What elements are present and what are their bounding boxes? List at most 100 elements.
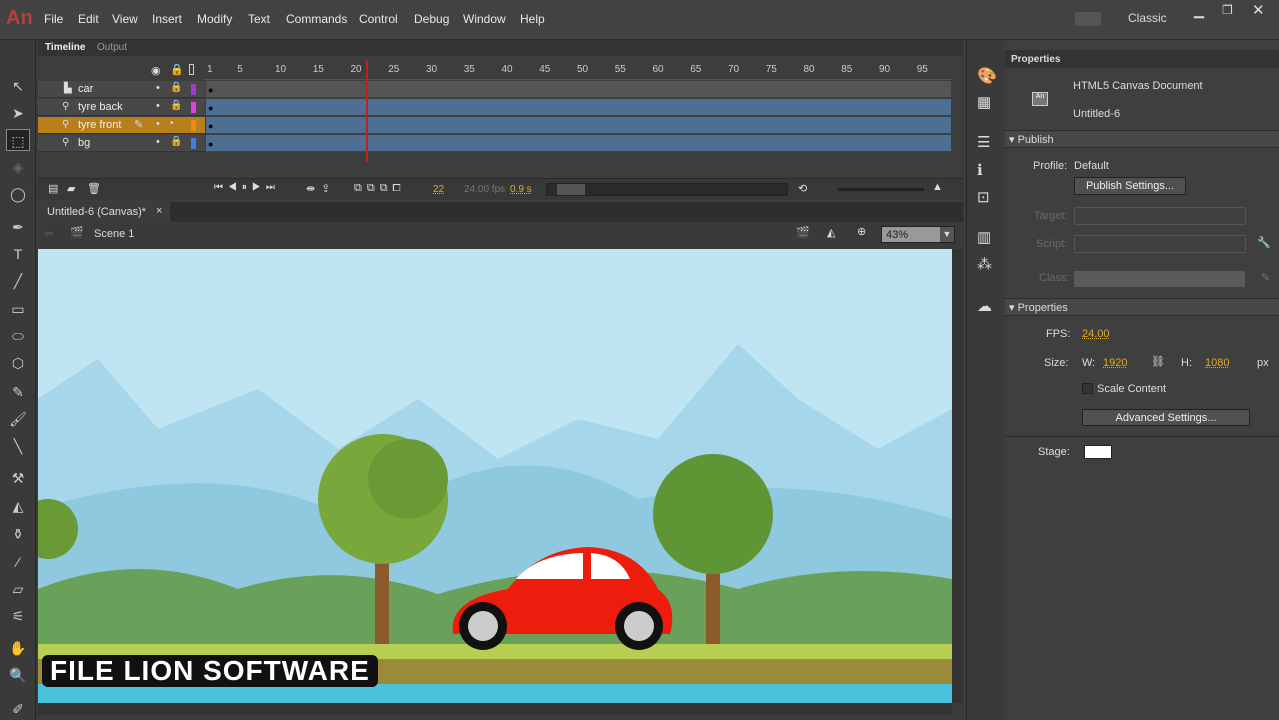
- swatches-icon[interactable]: ▦: [977, 93, 991, 111]
- keyframe-icon[interactable]: ●: [208, 85, 213, 95]
- keyframe-icon[interactable]: ●: [208, 139, 213, 149]
- menu-edit[interactable]: Edit: [78, 12, 99, 26]
- edit-symbols-icon[interactable]: ◭: [827, 226, 835, 239]
- loop-icon[interactable]: ⟲: [798, 182, 807, 195]
- layer-frames[interactable]: ●: [206, 135, 951, 152]
- layer-frames[interactable]: ●: [206, 117, 951, 134]
- edit-multiple-frames-icons[interactable]: ⧉⧉⧉⧠: [354, 182, 406, 195]
- class-input[interactable]: [1074, 271, 1245, 287]
- width-tool-icon[interactable]: ⚟: [6, 605, 30, 627]
- menu-commands[interactable]: Commands: [286, 12, 347, 26]
- zoom-tool-icon[interactable]: 🔍: [6, 664, 30, 686]
- layer-color-swatch[interactable]: [191, 138, 196, 149]
- rectangle-tool-icon[interactable]: ▭: [6, 298, 30, 320]
- layer-row[interactable]: ⚲ bg • 🔒: [38, 135, 205, 152]
- lock-dot[interactable]: •: [170, 118, 174, 129]
- visibility-dot[interactable]: •: [156, 100, 160, 112]
- brush-tool-icon[interactable]: ╲: [6, 435, 30, 457]
- workspace-switcher[interactable]: Classic: [1128, 11, 1167, 25]
- zoom-in-icon[interactable]: ▲: [932, 181, 943, 193]
- visibility-dot[interactable]: •: [156, 136, 160, 148]
- subselection-tool-icon[interactable]: ➤: [6, 102, 30, 124]
- layer-name[interactable]: tyre front: [78, 119, 121, 131]
- menu-insert[interactable]: Insert: [152, 12, 182, 26]
- elapsed-time[interactable]: 0.9 s: [510, 184, 532, 195]
- back-arrow-icon[interactable]: ⇦: [44, 227, 53, 240]
- close-tab-icon[interactable]: ×: [156, 205, 162, 217]
- selection-tool-icon[interactable]: ↖: [6, 75, 30, 97]
- menu-help[interactable]: Help: [520, 12, 545, 26]
- width-value[interactable]: 1920: [1103, 357, 1127, 369]
- layer-frames[interactable]: ●: [206, 81, 951, 98]
- align-icon[interactable]: ☰: [977, 133, 990, 151]
- frame-rate[interactable]: 24.00 fps: [464, 184, 505, 195]
- visibility-dot[interactable]: •: [156, 82, 160, 94]
- eyedropper-icon[interactable]: ⁄: [6, 551, 30, 573]
- fps-value[interactable]: 24.00: [1082, 328, 1110, 340]
- layer-frames[interactable]: ●: [206, 99, 951, 116]
- keyframe-icon[interactable]: ●: [208, 121, 213, 131]
- layer-row[interactable]: ▙ car • 🔒: [38, 81, 205, 98]
- tab-properties[interactable]: Properties: [1011, 54, 1060, 65]
- current-frame[interactable]: 22: [433, 184, 444, 195]
- layer-row[interactable]: ⚲ tyre front ✎ • •: [38, 117, 205, 134]
- tab-timeline[interactable]: Timeline: [45, 42, 85, 56]
- height-value[interactable]: 1080: [1205, 357, 1229, 369]
- new-layer-icon[interactable]: ▤: [48, 182, 58, 195]
- paint-bucket-icon[interactable]: ◭: [6, 495, 30, 517]
- sync-icon[interactable]: [1075, 12, 1101, 26]
- onion-skin-icons[interactable]: ⇼⇪: [306, 182, 336, 195]
- eraser-icon[interactable]: ▱: [6, 578, 30, 600]
- layer-color-swatch[interactable]: [191, 84, 196, 95]
- components-icon[interactable]: ⁂: [977, 255, 992, 273]
- hand-tool-icon[interactable]: ✋: [6, 637, 30, 659]
- keyframe-icon[interactable]: ●: [208, 103, 213, 113]
- paint-brush-icon[interactable]: 🖌: [6, 408, 30, 430]
- frame-size-slider[interactable]: [838, 188, 924, 191]
- menu-debug[interactable]: Debug: [414, 12, 449, 26]
- stage-horizontal-scrollbar[interactable]: [38, 703, 952, 715]
- lasso-tool-icon[interactable]: ◯: [6, 183, 30, 205]
- oval-tool-icon[interactable]: ⬭: [6, 325, 30, 347]
- publish-settings-button[interactable]: Publish Settings...: [1074, 177, 1186, 195]
- edit-scene-icon[interactable]: 🎬: [796, 226, 810, 239]
- minimize-icon[interactable]: ▁: [1194, 3, 1204, 19]
- wrench-icon[interactable]: 🔧: [1257, 236, 1271, 249]
- library-icon[interactable]: ▥: [977, 228, 991, 246]
- publish-section-header[interactable]: ▾ Publish: [1005, 130, 1279, 148]
- lock-icon[interactable]: 🔒: [170, 82, 182, 93]
- info-icon[interactable]: ℹ: [977, 161, 983, 179]
- restore-icon[interactable]: ❐: [1222, 3, 1233, 17]
- polystar-tool-icon[interactable]: ⬡: [6, 352, 30, 374]
- menu-text[interactable]: Text: [248, 12, 270, 26]
- menu-modify[interactable]: Modify: [197, 12, 232, 26]
- playback-controls[interactable]: ⏮◀⏸▶⏭: [214, 182, 280, 193]
- document-tab[interactable]: Untitled-6 (Canvas)*: [47, 206, 146, 218]
- advanced-settings-button[interactable]: Advanced Settings...: [1082, 409, 1250, 426]
- line-tool-icon[interactable]: ╱: [6, 270, 30, 292]
- target-select[interactable]: [1074, 207, 1246, 225]
- creative-cloud-icon[interactable]: ☁: [977, 297, 992, 315]
- layer-color-swatch[interactable]: [191, 120, 196, 131]
- menu-view[interactable]: View: [112, 12, 138, 26]
- visibility-dot[interactable]: •: [156, 118, 160, 130]
- layer-row[interactable]: ⚲ tyre back • 🔒: [38, 99, 205, 116]
- 3d-rotation-tool-icon[interactable]: ◈: [6, 156, 30, 178]
- tab-output[interactable]: Output: [97, 42, 127, 56]
- zoom-select[interactable]: 43% ▼: [881, 226, 955, 243]
- lock-icon[interactable]: 🔒: [170, 63, 184, 76]
- timeline-scrollbar[interactable]: [546, 183, 788, 196]
- pen-tool-icon[interactable]: ✒: [6, 216, 30, 238]
- layer-name[interactable]: tyre back: [78, 101, 123, 113]
- properties-section-header[interactable]: ▾ Properties: [1005, 298, 1279, 316]
- pencil-tool-icon[interactable]: ✎: [6, 381, 30, 403]
- layer-color-swatch[interactable]: [191, 102, 196, 113]
- link-icon[interactable]: ⛓: [1151, 355, 1165, 368]
- stage-canvas[interactable]: [38, 249, 952, 703]
- layer-name[interactable]: car: [78, 83, 93, 95]
- bone-tool-icon[interactable]: ⚒: [6, 467, 30, 489]
- close-icon[interactable]: ✕: [1252, 1, 1265, 19]
- eye-icon[interactable]: ◉: [151, 64, 161, 77]
- menu-file[interactable]: File: [44, 12, 63, 26]
- stroke-color-icon[interactable]: ✐: [6, 698, 30, 720]
